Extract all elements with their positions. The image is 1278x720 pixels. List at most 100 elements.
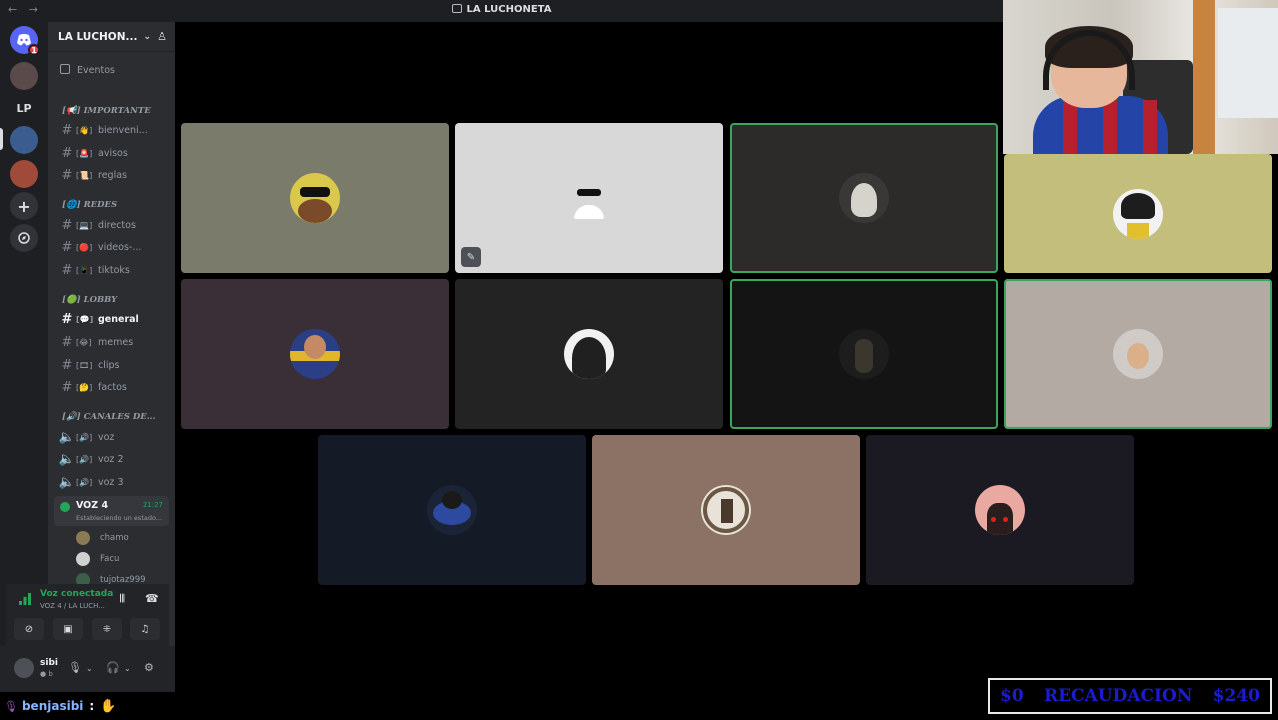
participant-tile[interactable]: ✎ [455, 123, 723, 273]
participant-tile[interactable] [181, 123, 449, 273]
channel-videos[interactable]: # [🔴] videos-... [58, 238, 170, 256]
hash-icon: # [61, 145, 73, 161]
avatar [76, 531, 90, 545]
camera-off-icon: ⊘ [24, 623, 34, 635]
explore-icon[interactable] [10, 224, 38, 252]
channel-avisos[interactable]: # [🚨] avisos [58, 144, 170, 162]
home-button[interactable]: 1 [10, 26, 40, 56]
channel-clips[interactable]: # [🎞] clips [58, 356, 170, 374]
avatar [76, 552, 90, 566]
participant-avatar [427, 485, 477, 535]
signal-icon [19, 593, 31, 605]
participant-avatar [839, 329, 889, 379]
events-link[interactable]: Eventos [60, 64, 115, 76]
server-header[interactable]: LA LUCHON... ⌄ ♙ [48, 22, 175, 52]
channel-label: bienveni... [98, 124, 148, 136]
invite-icon[interactable]: ♙ [157, 30, 167, 43]
user-avatar[interactable] [14, 658, 34, 678]
activities-icon: ⁜ [102, 623, 112, 635]
server-icon-active[interactable] [10, 126, 38, 154]
cam-window [1218, 8, 1278, 118]
participant-avatar [839, 173, 889, 223]
participant-tile[interactable] [181, 279, 449, 429]
channel-directos[interactable]: # [💻] directos [58, 216, 170, 234]
channel-bienvenida[interactable]: # [👋] bienveni... [58, 121, 170, 139]
participant-tile[interactable] [318, 435, 586, 585]
channel-reglas[interactable]: # [📜] reglas [58, 166, 170, 184]
channel-emoji: [🔴] [76, 242, 93, 252]
compass-icon [18, 232, 30, 244]
voice-channel-voz[interactable]: 🔈 [🔊] voz [58, 428, 170, 446]
voice-user-chamo[interactable]: chamo [76, 529, 166, 547]
voice-user-name: Facu [100, 554, 120, 564]
participant-tile[interactable] [592, 435, 860, 585]
connected-indicator-icon [60, 502, 70, 512]
chevron-down-icon[interactable]: ⌄ [86, 664, 93, 673]
noise-suppression-icon[interactable]: 𝄃𝄃 [120, 592, 125, 606]
server-icon-3[interactable] [10, 160, 38, 188]
channel-memes[interactable]: # [😂] memes [58, 333, 170, 351]
camera-button[interactable]: ⊘ [14, 618, 44, 640]
window-title-text: LA LUCHONETA [466, 4, 552, 15]
soundboard-button[interactable]: ♫ [130, 618, 160, 640]
voice-channel-voz-3[interactable]: 🔈 [🔊] voz 3 [58, 473, 170, 491]
participant-avatar [564, 329, 614, 379]
channel-label: voz [98, 431, 115, 443]
channel-emoji: [😂] [76, 337, 92, 347]
disconnect-icon[interactable]: ☎ [145, 592, 159, 605]
notification-badge: 1 [28, 44, 40, 56]
participant-tile[interactable] [866, 435, 1134, 585]
server-icon-1[interactable] [10, 62, 38, 90]
active-server-pill [0, 128, 3, 150]
category-lobby[interactable]: [🟢] LOBBY [62, 295, 117, 305]
window-title: LA LUCHONETA [0, 4, 1003, 15]
participant-avatar [975, 485, 1025, 535]
channel-general[interactable]: # [💬] general [58, 310, 170, 328]
voice-stage: ✎ [175, 22, 1134, 692]
voice-user-facu[interactable]: Facu [76, 550, 166, 568]
category-importante[interactable]: [📢] IMPORTANTE [62, 106, 151, 116]
category-redes[interactable]: [🌐] REDES [62, 200, 117, 210]
server-icon-lp[interactable]: LP [10, 94, 38, 122]
participant-avatar [701, 485, 751, 535]
hash-icon: # [61, 334, 73, 350]
cam-shirt-stripe [1103, 100, 1117, 154]
voice-channel-path[interactable]: VOZ 4 / LA LUCH... [40, 602, 105, 610]
participant-tile[interactable] [455, 279, 723, 429]
channel-label: clips [98, 359, 120, 371]
channel-label: videos-... [98, 241, 142, 253]
voice-channel-voz-4[interactable]: VOZ 4 21:27 Estableciendo un estado... [54, 496, 169, 526]
channel-label: avisos [98, 147, 128, 159]
channel-emoji: [💬] [76, 314, 94, 324]
settings-gear-icon[interactable]: ⚙ [144, 661, 154, 674]
channel-factos[interactable]: # [🤔] factos [58, 378, 170, 396]
screen-share-button[interactable]: ▣ [53, 618, 83, 640]
hash-icon: # [61, 262, 73, 278]
speaker-icon: 🔈 [58, 429, 76, 445]
microphone-icon[interactable]: 🎙 [68, 661, 82, 674]
webcam-overlay [1003, 0, 1278, 154]
participant-tile[interactable] [1004, 279, 1272, 429]
chevron-down-icon[interactable]: ⌄ [124, 664, 131, 673]
user-status: ● b [40, 670, 53, 678]
voice-channel-voz-2[interactable]: 🔈 [🔊] voz 2 [58, 450, 170, 468]
participant-tile[interactable] [730, 123, 998, 273]
participant-avatar [290, 329, 340, 379]
hash-icon: # [61, 217, 73, 233]
channel-emoji: [📜] [76, 170, 93, 180]
ticker-label: RECAUDACION [1043, 686, 1193, 706]
category-canales-de-voz[interactable]: [🔊] CANALES DE... [62, 412, 156, 422]
headphones-icon[interactable]: 🎧 [106, 661, 120, 674]
cam-shirt-stripe [1063, 100, 1077, 154]
participant-tile[interactable] [730, 279, 998, 429]
add-server-icon[interactable]: + [10, 192, 38, 220]
screen-share-icon: ▣ [63, 623, 73, 635]
channel-label: general [98, 313, 139, 325]
channel-tiktoks[interactable]: # [📱] tiktoks [58, 261, 170, 279]
activities-button[interactable]: ⁜ [92, 618, 122, 640]
channel-emoji: [👋] [76, 125, 93, 135]
participant-tile[interactable] [1004, 154, 1272, 273]
channel-emoji: [💻] [76, 220, 93, 230]
hash-icon: # [61, 357, 73, 373]
hash-icon: # [61, 311, 73, 327]
